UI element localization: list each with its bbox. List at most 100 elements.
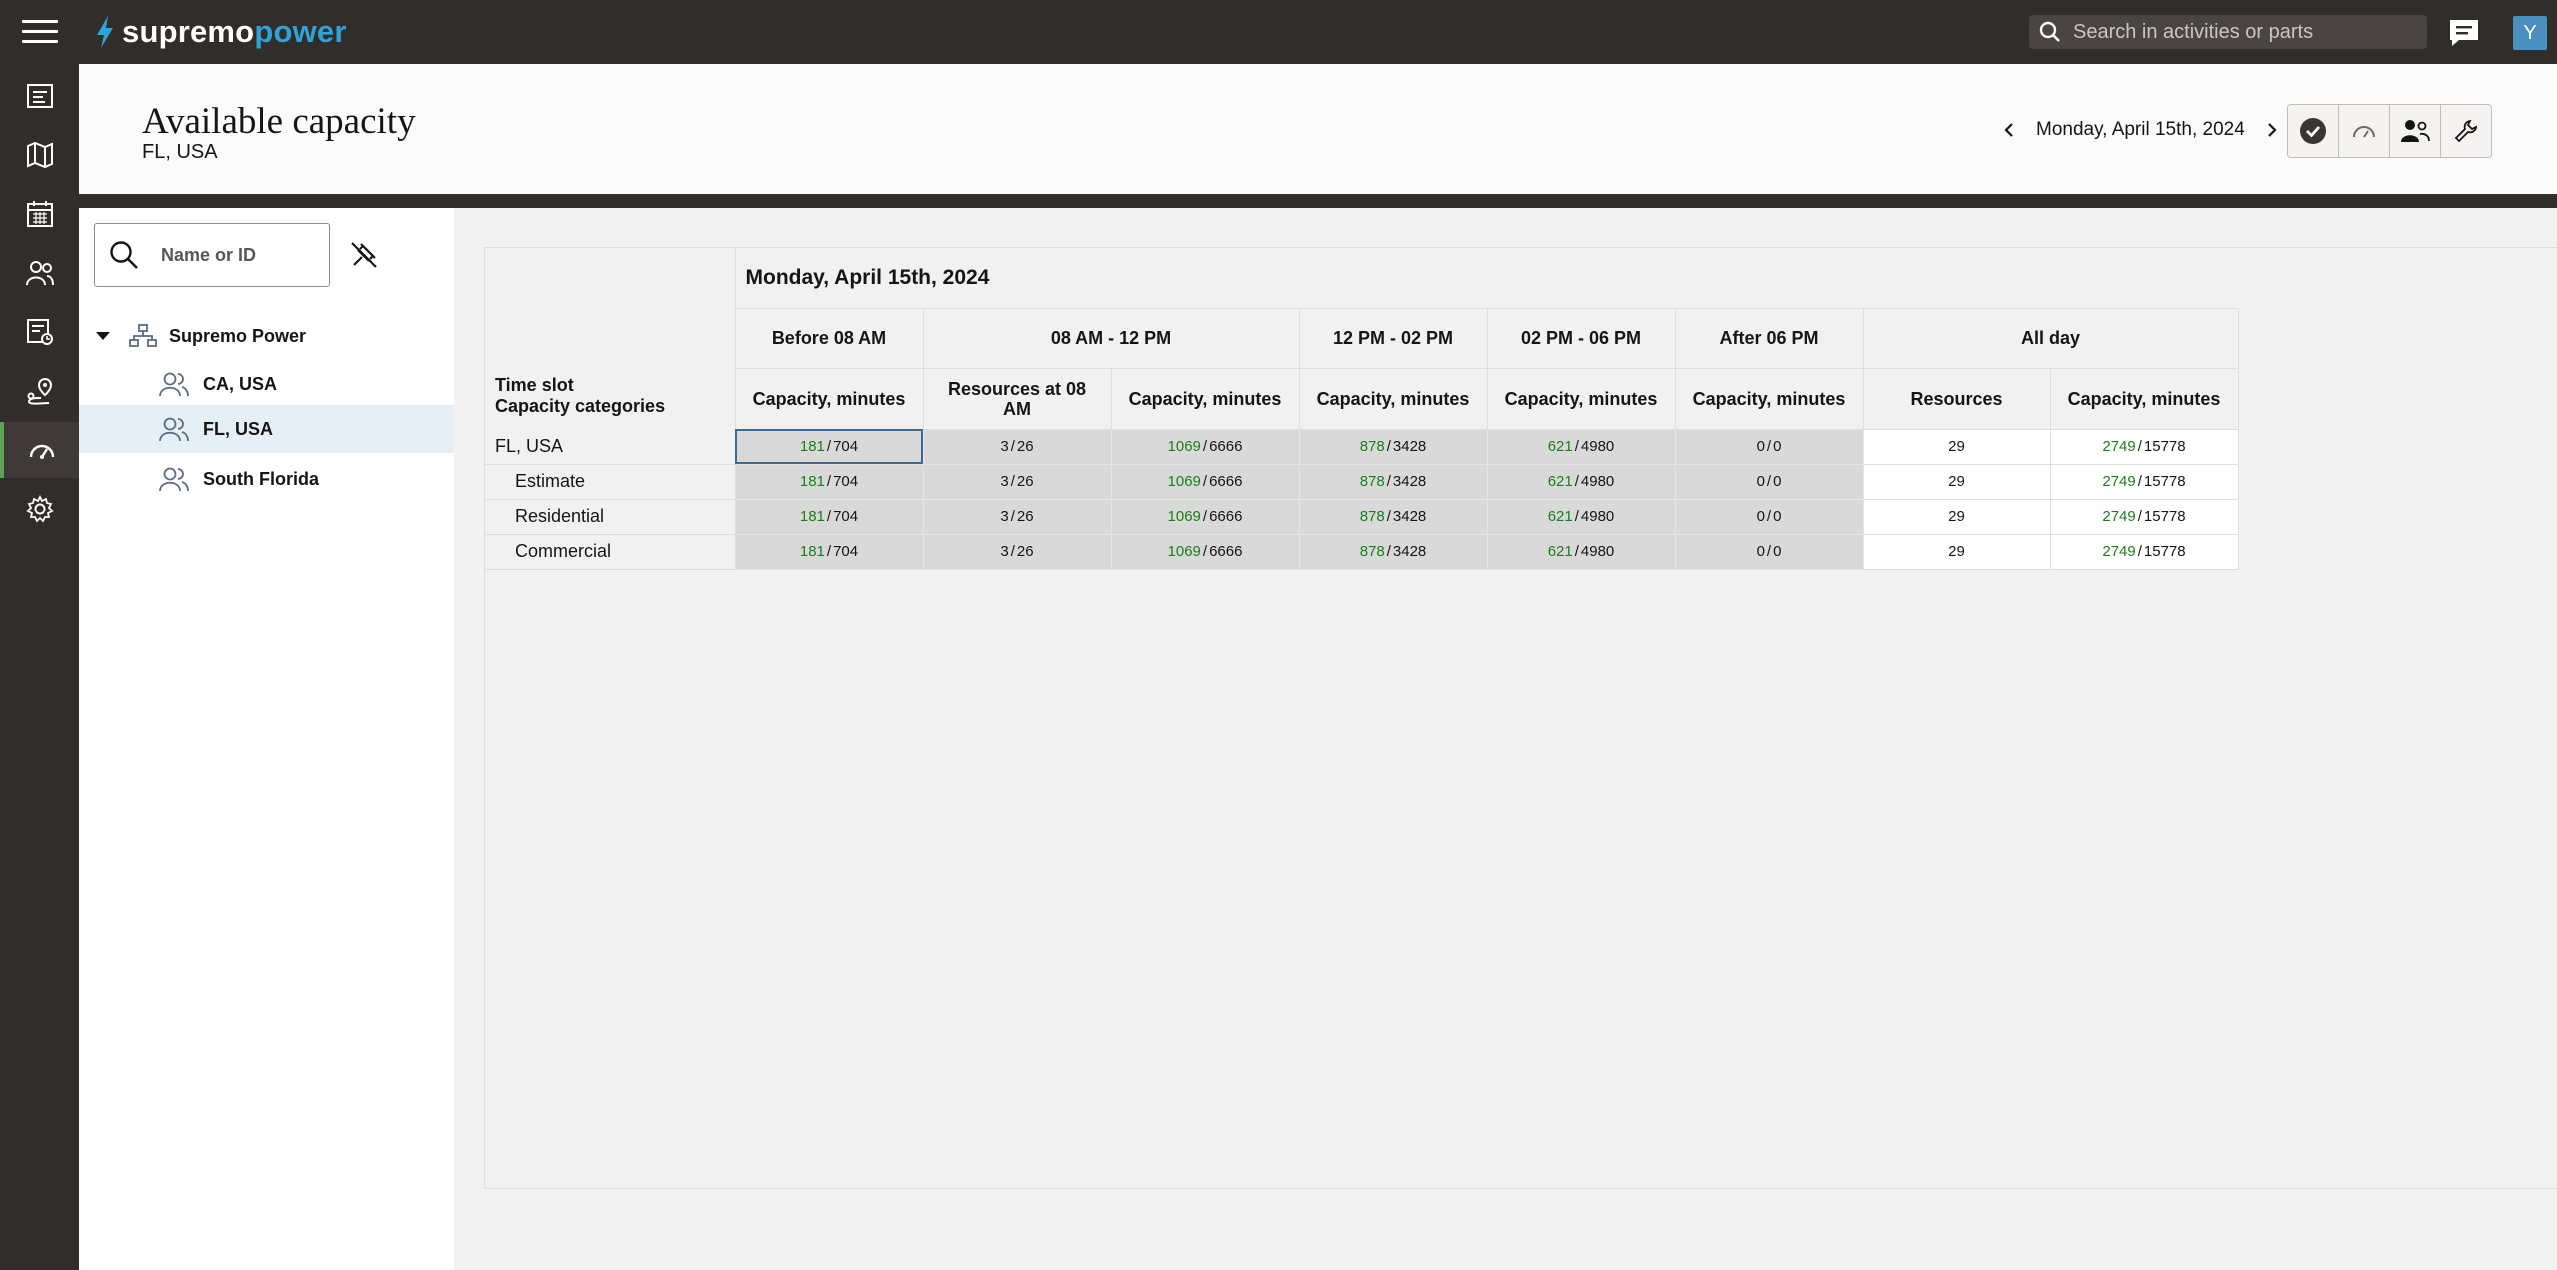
capacity-cell[interactable]: 0/0 <box>1674 463 1864 500</box>
tree-item-fl-usa[interactable]: FL, USA <box>79 405 454 453</box>
capacity-cell[interactable]: 621/4980 <box>1486 463 1676 500</box>
date-navigator: Monday, April 15th, 2024 <box>1994 114 2287 146</box>
cell-total: 0 <box>1773 508 1782 525</box>
cell-total: 3428 <box>1392 438 1427 455</box>
capacity-cell[interactable]: 29 <box>1862 533 2051 570</box>
capacity-cell[interactable]: 181/704 <box>734 463 924 500</box>
cell-separator: / <box>1386 473 1391 490</box>
cell-used: 181 <box>799 508 825 525</box>
unpin-button[interactable] <box>347 238 381 272</box>
rail-resources[interactable] <box>0 245 79 301</box>
cell-value: 29 <box>1948 473 1965 490</box>
capacity-cell[interactable]: 0/0 <box>1674 428 1864 465</box>
next-day-button[interactable] <box>2257 115 2287 145</box>
rail-map[interactable] <box>0 127 79 183</box>
capacity-cell[interactable]: 29 <box>1862 428 2051 465</box>
page-subtitle: FL, USA <box>142 141 218 163</box>
capacity-cell[interactable]: 3/26 <box>922 498 1112 535</box>
cell-separator: / <box>1574 438 1579 455</box>
table-row: FL, USA 181/704 3/26 1069/6666 878/3428 621/4… <box>485 428 2239 465</box>
global-search[interactable] <box>2029 15 2427 49</box>
cell-total: 4980 <box>1580 508 1615 525</box>
capacity-cell[interactable]: 621/4980 <box>1486 428 1676 465</box>
cell-total: 6666 <box>1209 438 1243 455</box>
cell-separator: / <box>1766 438 1772 455</box>
page-header: Available capacity FL, USA Monday, April… <box>79 64 2557 194</box>
check-circle-icon <box>2300 118 2326 144</box>
cell-used: 0 <box>1756 473 1765 490</box>
cell-used: 1069 <box>1167 508 1201 525</box>
capacity-view-button[interactable] <box>2339 105 2390 157</box>
caret-down-icon[interactable] <box>95 330 111 342</box>
capacity-cell[interactable]: 3/26 <box>922 533 1112 570</box>
tree-item-root[interactable]: Supremo Power <box>79 312 454 360</box>
cell-separator: / <box>1010 438 1015 455</box>
cell-total: 4980 <box>1580 473 1615 490</box>
cell-used: 621 <box>1547 543 1573 560</box>
capacity-cell[interactable]: 878/3428 <box>1298 428 1488 465</box>
rail-activities[interactable] <box>0 68 79 124</box>
tree-item-ca-usa[interactable]: CA, USA <box>79 360 454 408</box>
rail-settings[interactable] <box>0 481 79 537</box>
capacity-cell[interactable]: 181/704 <box>734 533 924 570</box>
grid-date-header: Monday, April 15th, 2024 <box>734 248 2238 308</box>
chat-icon[interactable] <box>2447 17 2481 49</box>
quota-button[interactable] <box>2288 105 2339 157</box>
cell-separator: / <box>1574 508 1579 525</box>
group-icon <box>159 417 189 442</box>
cell-separator: / <box>1010 508 1015 525</box>
capacity-cell[interactable]: 621/4980 <box>1486 498 1676 535</box>
sub-header: Capacity, minutes <box>1674 367 1864 430</box>
tools-button[interactable] <box>2441 105 2491 157</box>
cell-used: 181 <box>799 438 825 455</box>
cell-total: 6666 <box>1209 508 1243 525</box>
dispatch-icon <box>26 319 53 345</box>
resource-search-input[interactable] <box>159 243 313 267</box>
cell-total: 704 <box>833 508 859 525</box>
cell-used: 3 <box>1000 508 1009 525</box>
prev-day-button[interactable] <box>1994 115 2024 145</box>
cell-total: 6666 <box>1209 473 1243 490</box>
capacity-cell[interactable]: 2749/15778 <box>2049 428 2239 465</box>
capacity-cell[interactable]: 1069/6666 <box>1110 533 1300 570</box>
rail-calendar[interactable] <box>0 186 79 242</box>
rail-dispatch[interactable] <box>0 304 79 360</box>
cell-total: 26 <box>1016 543 1034 560</box>
hamburger-menu-icon[interactable] <box>22 20 58 44</box>
capacity-cell[interactable]: 3/26 <box>922 428 1112 465</box>
brand-logo[interactable]: supremo power <box>94 12 347 52</box>
capacity-cell[interactable]: 3/26 <box>922 463 1112 500</box>
capacity-cell[interactable]: 1069/6666 <box>1110 463 1300 500</box>
capacity-cell[interactable]: 0/0 <box>1674 498 1864 535</box>
cell-used: 0 <box>1756 438 1765 455</box>
capacity-cell[interactable]: 29 <box>1862 463 2051 500</box>
capacity-cell[interactable]: 1069/6666 <box>1110 428 1300 465</box>
cell-separator: / <box>1386 543 1391 560</box>
rail-capacity[interactable] <box>0 422 79 478</box>
capacity-cell[interactable]: 878/3428 <box>1298 533 1488 570</box>
capacity-cell[interactable]: 0/0 <box>1674 533 1864 570</box>
capacity-cell[interactable]: 2749/15778 <box>2049 498 2239 535</box>
capacity-cell[interactable]: 621/4980 <box>1486 533 1676 570</box>
row-label: Commercial <box>485 534 736 570</box>
resources-view-button[interactable] <box>2390 105 2441 157</box>
tree-item-label: CA, USA <box>203 373 278 394</box>
sub-header: Resources at 08 AM <box>922 367 1112 430</box>
capacity-cell[interactable]: 2749/15778 <box>2049 463 2239 500</box>
user-avatar[interactable]: Y <box>2513 16 2547 50</box>
capacity-cell[interactable]: 1069/6666 <box>1110 498 1300 535</box>
global-search-input[interactable] <box>2071 19 2405 45</box>
tree-item-south-florida[interactable]: South Florida <box>79 455 454 503</box>
capacity-cell[interactable]: 878/3428 <box>1298 463 1488 500</box>
capacity-cell[interactable]: 181/704 <box>734 428 924 465</box>
activities-icon <box>26 84 53 108</box>
capacity-cell[interactable]: 181/704 <box>734 498 924 535</box>
resource-search[interactable] <box>94 223 330 287</box>
capacity-cell[interactable]: 2749/15778 <box>2049 533 2239 570</box>
cell-separator: / <box>1202 543 1208 560</box>
cell-separator: / <box>1010 473 1015 490</box>
capacity-cell[interactable]: 29 <box>1862 498 2051 535</box>
rail-routing[interactable] <box>0 363 79 419</box>
top-bar: supremopower Y <box>0 0 2557 64</box>
capacity-cell[interactable]: 878/3428 <box>1298 498 1488 535</box>
